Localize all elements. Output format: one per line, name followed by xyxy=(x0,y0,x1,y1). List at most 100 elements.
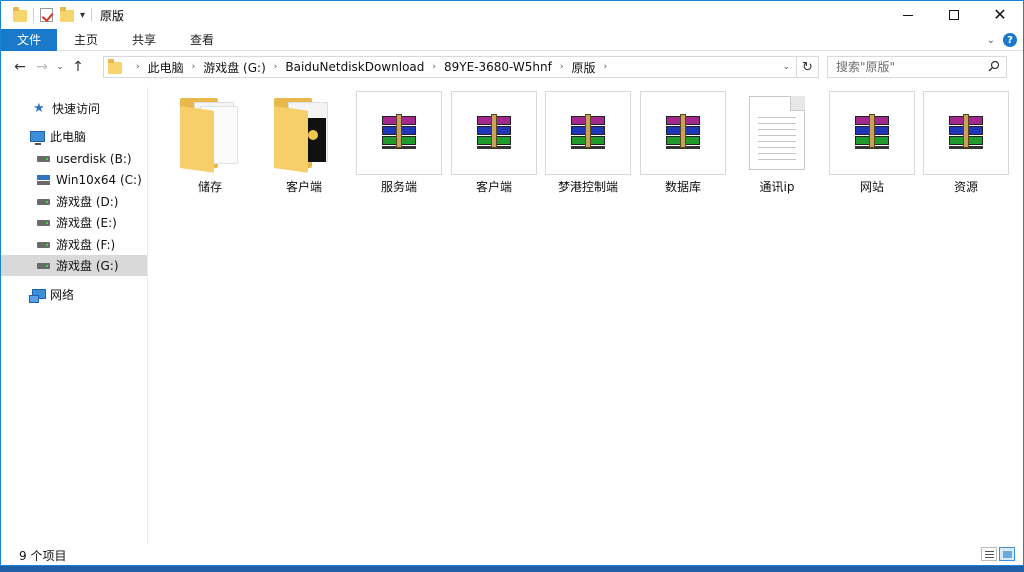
file-name: 客户端 xyxy=(285,180,322,194)
refresh-button[interactable]: ↻ xyxy=(797,56,819,78)
sidebar-item-label: userdisk (B:) xyxy=(56,151,132,166)
sidebar-item-label: 此电脑 xyxy=(50,130,87,144)
sidebar-item-label: 网络 xyxy=(50,288,75,302)
close-icon: ✕ xyxy=(993,5,1007,24)
sidebar-item-label: 游戏盘 (G:) xyxy=(56,259,119,273)
sidebar-item-drive-d[interactable]: 游戏盘 (D:) xyxy=(1,191,147,212)
rar-archive-icon xyxy=(923,91,1009,175)
new-folder-icon[interactable] xyxy=(60,7,74,22)
rar-archive-icon xyxy=(545,91,631,175)
minimize-icon xyxy=(903,14,913,16)
breadcrumb-chevron-icon[interactable]: › xyxy=(603,62,607,72)
tab-home[interactable]: 主页 xyxy=(57,29,115,51)
window-controls: ✕ xyxy=(885,1,1023,29)
search-box[interactable] xyxy=(827,56,1007,78)
sidebar-item-drive-b[interactable]: userdisk (B:) xyxy=(1,148,147,169)
details-view-button[interactable] xyxy=(981,547,997,561)
large-icons-view-icon xyxy=(1003,551,1012,558)
window-title: 原版 xyxy=(100,8,125,23)
large-icons-view-button[interactable] xyxy=(999,547,1015,561)
recent-locations-chevron-icon[interactable]: ⌄ xyxy=(53,62,67,72)
forward-arrow-icon[interactable]: → xyxy=(31,59,53,75)
drive-icon xyxy=(35,238,51,252)
breadcrumb-chevron-icon[interactable]: › xyxy=(136,62,140,72)
list-item[interactable]: 客户端 xyxy=(451,91,537,195)
title-bar: ▾ 原版 ✕ xyxy=(1,1,1023,29)
list-item[interactable]: 通讯ip xyxy=(734,91,820,195)
file-list: 储存 客户端 服务端 客户端 梦港控制端 数据库 通讯ip 网站 资源 xyxy=(151,87,1023,543)
file-name: 资源 xyxy=(953,180,978,194)
list-item[interactable]: 数据库 xyxy=(640,91,726,195)
sidebar-item-drive-f[interactable]: 游戏盘 (F:) xyxy=(1,234,147,255)
close-button[interactable]: ✕ xyxy=(977,1,1023,29)
sidebar-item-label: 游戏盘 (E:) xyxy=(56,216,117,230)
breadcrumb-chevron-icon[interactable]: › xyxy=(560,62,564,72)
expand-ribbon-icon[interactable]: ⌄ xyxy=(987,35,995,46)
address-dropdown-icon[interactable]: ⌄ xyxy=(782,62,790,72)
file-name: 数据库 xyxy=(664,180,701,194)
breadcrumb-89ye-folder[interactable]: 89YE-3680-W5hnf xyxy=(444,60,552,74)
list-item[interactable]: 客户端 xyxy=(261,91,347,195)
maximize-icon xyxy=(949,10,959,20)
list-item[interactable]: 服务端 xyxy=(356,91,442,195)
back-arrow-icon[interactable]: ← xyxy=(9,59,31,75)
search-icon[interactable] xyxy=(988,60,1000,72)
tab-share[interactable]: 共享 xyxy=(115,29,173,51)
drive-icon xyxy=(35,259,51,273)
list-item[interactable]: 资源 xyxy=(923,91,1009,195)
search-input[interactable] xyxy=(828,57,978,77)
view-switcher xyxy=(981,547,1015,561)
file-name: 客户端 xyxy=(475,180,512,194)
navigation-pane: ★ 快速访问 此电脑 userdisk (B:) Win10x64 (C:) 游… xyxy=(1,87,148,543)
rar-archive-icon xyxy=(640,91,726,175)
breadcrumb-chevron-icon[interactable]: › xyxy=(432,62,436,72)
sidebar-item-drive-c[interactable]: Win10x64 (C:) xyxy=(1,169,147,190)
file-name: 服务端 xyxy=(380,180,417,194)
up-arrow-icon[interactable]: ↑ xyxy=(67,59,89,75)
properties-icon[interactable] xyxy=(40,8,54,22)
sidebar-item-label: 游戏盘 (D:) xyxy=(56,195,119,209)
toolbar-separator xyxy=(91,8,93,22)
network-icon xyxy=(29,288,46,303)
toolbar-separator xyxy=(33,8,34,22)
breadcrumb-this-pc[interactable]: 此电脑 xyxy=(148,59,184,76)
file-name: 梦港控制端 xyxy=(557,180,618,194)
maximize-button[interactable] xyxy=(931,1,977,29)
help-icon[interactable]: ? xyxy=(1003,33,1017,47)
ribbon-tabs: 文件 主页 共享 查看 ⌄ ? xyxy=(1,28,1023,51)
breadcrumb-drive-g[interactable]: 游戏盘 (G:) xyxy=(203,59,266,76)
item-count: 9 个项目 xyxy=(19,548,67,563)
pc-icon xyxy=(29,130,45,145)
sidebar-item-network[interactable]: 网络 xyxy=(1,284,147,305)
address-bar[interactable]: › 此电脑 › 游戏盘 (G:) › BaiduNetdiskDownload … xyxy=(103,56,797,78)
list-item[interactable]: 储存 xyxy=(167,91,253,195)
customize-toolbar-dropdown-icon[interactable]: ▾ xyxy=(80,10,85,21)
file-name: 网站 xyxy=(859,180,884,194)
navigation-bar: ← → ⌄ ↑ › 此电脑 › 游戏盘 (G:) › BaiduNetdiskD… xyxy=(1,52,1023,82)
breadcrumb-chevron-icon[interactable]: › xyxy=(274,62,278,72)
drive-icon xyxy=(35,216,51,230)
list-item[interactable]: 梦港控制端 xyxy=(545,91,631,195)
breadcrumb-chevron-icon[interactable]: › xyxy=(192,62,196,72)
tab-file[interactable]: 文件 xyxy=(1,28,58,51)
list-item[interactable]: 网站 xyxy=(829,91,915,195)
folder-icon[interactable] xyxy=(13,7,27,22)
ribbon-right-controls: ⌄ ? xyxy=(987,33,1017,47)
sidebar-item-drive-g[interactable]: 游戏盘 (G:) xyxy=(1,255,147,276)
sidebar-item-this-pc[interactable]: 此电脑 xyxy=(1,126,147,147)
sidebar-item-drive-e[interactable]: 游戏盘 (E:) xyxy=(1,212,147,233)
refresh-icon: ↻ xyxy=(802,59,813,75)
file-name: 通讯ip xyxy=(759,180,795,194)
star-icon: ★ xyxy=(33,101,45,116)
breadcrumb-current-folder[interactable]: 原版 xyxy=(571,59,595,76)
status-bar: 9 个项目 xyxy=(1,543,1023,565)
explorer-window: ▾ 原版 ✕ 文件 主页 共享 查看 ⌄ ? ← → ⌄ ↑ › 此电脑 › 游… xyxy=(0,0,1024,566)
rar-archive-icon xyxy=(356,91,442,175)
sidebar-item-quick-access[interactable]: ★ 快速访问 xyxy=(1,98,147,119)
breadcrumb-baidu-download[interactable]: BaiduNetdiskDownload xyxy=(285,60,424,74)
tab-view[interactable]: 查看 xyxy=(173,29,231,51)
minimize-button[interactable] xyxy=(885,1,931,29)
sidebar-item-label: Win10x64 (C:) xyxy=(56,172,142,187)
rar-archive-icon xyxy=(829,91,915,175)
rar-archive-icon xyxy=(451,91,537,175)
